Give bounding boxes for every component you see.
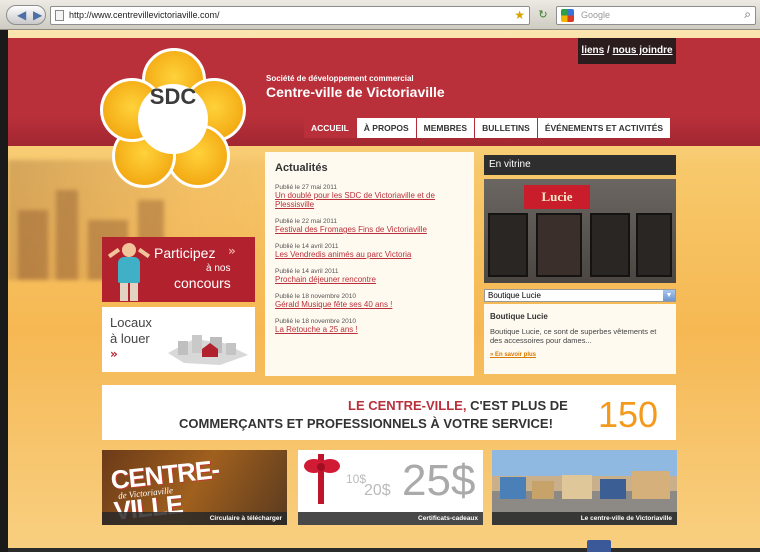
chevron-down-icon[interactable]: ▼ <box>663 290 675 301</box>
news-item: Publié le 14 avril 2011 Prochain déjeune… <box>275 268 464 284</box>
news-panel: Actualités Publié le 27 mai 2011 Un doub… <box>265 152 474 376</box>
gift-ribbon-icon <box>304 454 340 504</box>
news-date: Publié le 14 avril 2011 <box>275 243 339 250</box>
news-item: Publié le 14 avril 2011 Les Vendredis an… <box>275 243 464 259</box>
vitrine-panel: En vitrine Lucie Boutique Lucie ▼ Boutiq… <box>484 155 676 379</box>
rent-promo[interactable]: Locaux à louer » <box>102 307 255 372</box>
shop-door <box>536 213 582 277</box>
news-item: Publié le 18 novembre 2010 Gérald Musiqu… <box>275 293 464 309</box>
shop-window <box>488 213 528 277</box>
banner-number: 150 <box>598 394 659 435</box>
news-link[interactable]: Gérald Musique fête ses 40 ans ! <box>275 300 464 309</box>
address-bar[interactable]: http://www.centrevillevictoriaville.com/… <box>50 6 530 25</box>
news-date: Publié le 14 avril 2011 <box>275 268 339 275</box>
banner-line2: COMMERÇANTS ET PROFESSIONNELS À VOTRE SE… <box>179 416 553 431</box>
banner-line1: LE CENTRE-VILLE, C'EST PLUS DE <box>348 398 568 413</box>
banner-line1-red: LE CENTRE-VILLE, <box>348 398 467 413</box>
gift-caption: Certificats-cadeaux <box>298 512 483 525</box>
news-item: Publié le 27 mai 2011 Un doublé pour les… <box>275 184 464 209</box>
top-links: liens / nous joindre <box>578 38 676 64</box>
nav-membres[interactable]: MEMBRES <box>416 118 475 138</box>
chevron-right-icon: » <box>228 244 236 258</box>
shop-photo[interactable]: Lucie <box>484 179 676 283</box>
search-bar[interactable]: Google ⌕ <box>556 6 756 25</box>
org-subtitle: Société de développement commercial <box>266 74 414 83</box>
back-forward-buttons[interactable]: ◀ ▶ <box>6 5 46 25</box>
google-icon <box>561 9 574 22</box>
shop-description: Boutique Lucie Boutique Lucie, ce sont d… <box>484 304 676 374</box>
downtown-tile[interactable]: Le centre-ville de Victoriaville <box>492 450 677 525</box>
flyer-caption: Circulaire à télécharger <box>102 512 287 525</box>
sdc-logo[interactable]: SDC <box>100 48 246 188</box>
main-nav: ACCUEIL À PROPOS MEMBRES BULLETINS ÉVÉNE… <box>304 118 671 138</box>
vitrine-title: En vitrine <box>484 155 676 175</box>
shop-sign: Lucie <box>524 185 590 209</box>
shop-name: Boutique Lucie <box>490 312 548 321</box>
address-url[interactable]: http://www.centrevillevictoriaville.com/ <box>69 10 220 20</box>
news-link[interactable]: Festival des Fromages Fins de Victoriavi… <box>275 225 464 234</box>
search-placeholder[interactable]: Google <box>581 10 610 20</box>
shop-text: Boutique Lucie, ce sont de superbes vête… <box>490 327 657 345</box>
web-page: liens / nous joindre SDC Société de déve… <box>8 30 760 552</box>
link-liens[interactable]: liens <box>581 45 604 56</box>
contest-line1: Participez <box>154 245 216 261</box>
page-footer-edge <box>8 548 760 552</box>
page-icon <box>55 10 64 21</box>
search-icon[interactable]: ⌕ <box>744 7 751 22</box>
nav-a-propos[interactable]: À PROPOS <box>356 118 416 138</box>
news-date: Publié le 27 mai 2011 <box>275 184 338 191</box>
logo-text: SDC <box>138 84 208 154</box>
contest-line2: à nos <box>206 263 231 274</box>
learn-more-link[interactable]: » En savoir plus <box>490 352 670 358</box>
news-link[interactable]: Prochain déjeuner rencontre <box>275 275 464 284</box>
bookmark-star-icon[interactable]: ★ <box>514 8 525 22</box>
contest-promo[interactable]: Participez » à nos concours <box>102 237 255 302</box>
back-arrow-icon[interactable]: ◀ <box>12 6 28 24</box>
shop-select-value: Boutique Lucie <box>488 291 541 300</box>
shop-window <box>636 213 672 277</box>
nav-accueil[interactable]: ACCUEIL <box>304 118 356 138</box>
facebook-icon[interactable] <box>587 540 611 552</box>
reload-icon[interactable]: ↻ <box>533 6 553 25</box>
news-link[interactable]: La Retouche a 25 ans ! <box>275 325 464 334</box>
gift-certificates-tile[interactable]: 10$ 20$ 25$ Certificats-cadeaux <box>298 450 483 525</box>
contest-line3: concours <box>174 275 231 291</box>
forward-arrow-icon[interactable]: ▶ <box>28 6 44 24</box>
news-date: Publié le 18 novembre 2010 <box>275 318 356 325</box>
price-20: 20$ <box>364 482 391 499</box>
flyer-tile[interactable]: CENTRE-VILLE de Victoriaville Circulaire… <box>102 450 287 525</box>
nav-evenements[interactable]: ÉVÉNEMENTS ET ACTIVITÉS <box>537 118 671 138</box>
browser-toolbar: ◀ ▶ http://www.centrevillevictoriaville.c… <box>0 0 760 30</box>
link-nous-joindre[interactable]: nous joindre <box>613 45 673 56</box>
news-item: Publié le 22 mai 2011 Festival des Froma… <box>275 218 464 234</box>
shop-window <box>590 213 630 277</box>
org-title: Centre-ville de Victoriaville <box>266 84 445 100</box>
banner-line1-dark: C'EST PLUS DE <box>466 398 568 413</box>
price-25: 25$ <box>402 456 476 505</box>
news-link[interactable]: Un doublé pour les SDC de Victoriaville … <box>275 191 464 209</box>
chevron-right-icon: » <box>110 347 118 361</box>
rent-line1: Locaux <box>110 315 152 330</box>
top-links-separator: / <box>604 45 613 56</box>
news-item: Publié le 18 novembre 2010 La Retouche a… <box>275 318 464 334</box>
news-title: Actualités <box>275 162 328 174</box>
child-illustration <box>107 243 151 301</box>
rent-line2: à louer <box>110 331 150 346</box>
news-link[interactable]: Les Vendredis animés au parc Victoria <box>275 250 464 259</box>
shop-select[interactable]: Boutique Lucie ▼ <box>484 289 676 302</box>
downtown-caption: Le centre-ville de Victoriaville <box>492 512 677 525</box>
nav-bulletins[interactable]: BULLETINS <box>475 118 537 138</box>
news-date: Publié le 22 mai 2011 <box>275 218 338 225</box>
city-model-icon <box>168 335 248 365</box>
news-date: Publié le 18 novembre 2010 <box>275 293 356 300</box>
merchants-banner: LE CENTRE-VILLE, C'EST PLUS DE COMMERÇAN… <box>102 385 676 440</box>
